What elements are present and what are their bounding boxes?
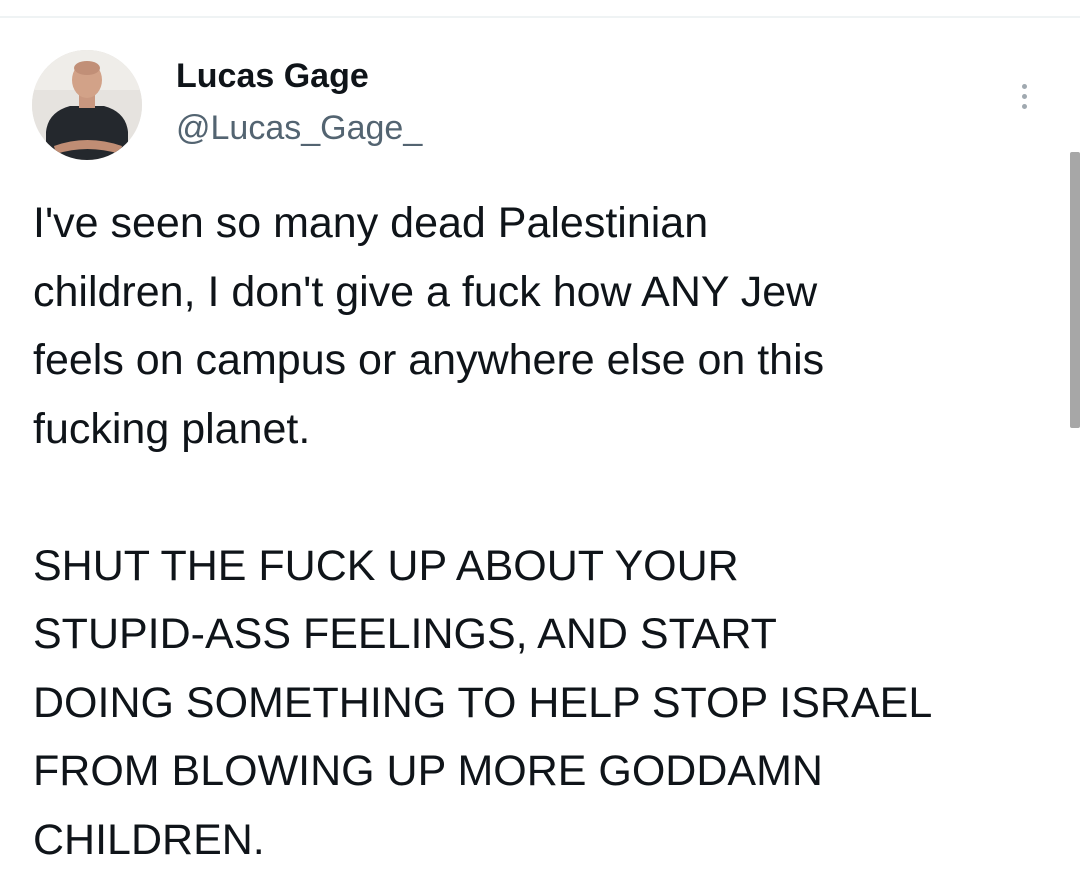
avatar[interactable] — [32, 50, 142, 160]
avatar-photo — [32, 50, 142, 160]
author-display-name[interactable]: Lucas Gage — [176, 56, 369, 96]
more-icon-dot — [1021, 103, 1027, 109]
more-icon-dot — [1021, 83, 1027, 89]
tweet: Lucas Gage @Lucas_Gage_ I've seen so man… — [0, 0, 1080, 865]
more-icon-dot — [1021, 93, 1027, 99]
more-options-button[interactable] — [1006, 74, 1042, 118]
author-handle[interactable]: @Lucas_Gage_ — [176, 108, 422, 148]
tweet-text: I've seen so many dead Palestinian child… — [33, 199, 933, 864]
scrollbar-thumb[interactable] — [1070, 152, 1080, 428]
